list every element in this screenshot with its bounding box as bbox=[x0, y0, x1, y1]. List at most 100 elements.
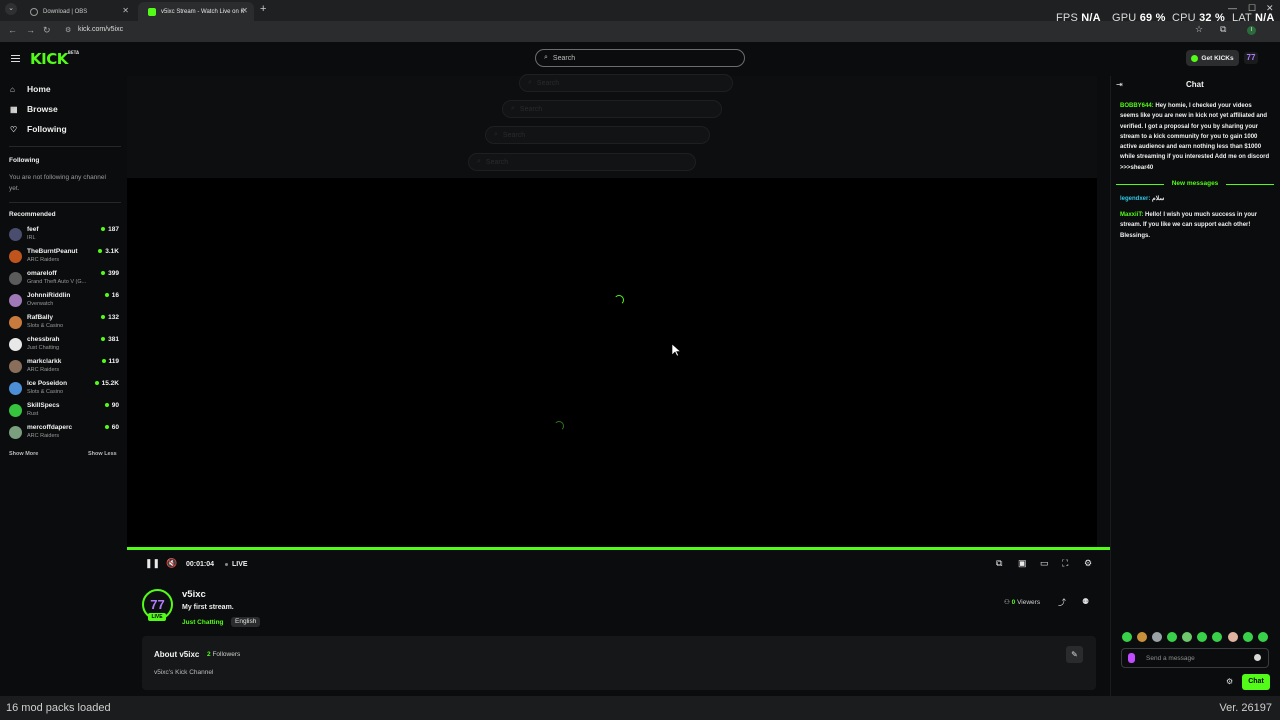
live-badge: LIVE bbox=[148, 613, 166, 621]
recommended-channel[interactable]: JohnniRiddlin Overwatch 16 bbox=[9, 292, 121, 312]
emote-icon[interactable] bbox=[1152, 632, 1162, 642]
emote-icon[interactable] bbox=[1137, 632, 1147, 642]
channel-category: Grand Theft Auto V (G... bbox=[27, 279, 87, 285]
stream-title: My first stream. bbox=[182, 604, 234, 611]
menu-icon[interactable] bbox=[11, 55, 20, 62]
channel-name[interactable]: v5ixc bbox=[182, 589, 206, 600]
viewer-count: 15.2K bbox=[95, 380, 119, 387]
chat-username[interactable]: MaxxiiT: bbox=[1120, 212, 1143, 218]
channel-name: omareloff bbox=[27, 270, 57, 277]
forward-icon[interactable]: → bbox=[26, 25, 35, 35]
channel-name: SkillSpecs bbox=[27, 402, 60, 409]
recommended-channel[interactable]: SkillSpecs Rust 90 bbox=[9, 402, 121, 422]
kicks-coin-icon bbox=[1191, 54, 1199, 62]
chat-settings-icon[interactable]: ⚙ bbox=[1226, 677, 1233, 686]
recommended-channel[interactable]: feef IRL 187 bbox=[9, 226, 121, 246]
video-player[interactable] bbox=[127, 178, 1097, 548]
show-less-link[interactable]: Show Less bbox=[88, 451, 117, 457]
emote-icon[interactable] bbox=[1212, 632, 1222, 642]
sidebar-item-browse[interactable]: ▦ Browse bbox=[10, 104, 58, 114]
mute-icon[interactable]: 🔇 bbox=[166, 558, 177, 569]
recommended-channel[interactable]: RafBally Slots & Casino 132 bbox=[9, 314, 121, 334]
channel-category: Slots & Casino bbox=[27, 389, 64, 395]
recommended-channel[interactable]: omareloff Grand Theft Auto V (G... 399 bbox=[9, 270, 121, 290]
search-ghost: ⌕Search bbox=[468, 153, 696, 171]
theater-mode-icon[interactable]: ▭ bbox=[1040, 558, 1049, 569]
collapse-chat-icon[interactable]: ⇥ bbox=[1116, 80, 1123, 89]
browser-tab-kick[interactable]: v5ixc Stream - Watch Live on K ✕ bbox=[138, 2, 254, 21]
channel-category: Overwatch bbox=[27, 301, 54, 307]
following-empty-text: You are not following any channel yet. bbox=[9, 174, 106, 192]
channel-category: IRL bbox=[27, 235, 36, 241]
channel-name: Ice Poseidon bbox=[27, 380, 68, 387]
viewer-count: 60 bbox=[105, 424, 119, 431]
reload-icon[interactable]: ↻ bbox=[43, 25, 51, 36]
sidebar-item-following[interactable]: ♡ Following bbox=[10, 124, 67, 134]
bookmark-star-icon[interactable]: ☆ bbox=[1195, 24, 1203, 35]
settings-gear-icon[interactable]: ⚙ bbox=[1084, 558, 1092, 569]
tab-search-button[interactable]: ⌄ bbox=[5, 3, 17, 15]
chat-text: سلام bbox=[1152, 196, 1165, 202]
recommended-channel[interactable]: TheBurntPeanut ARC Raiders 3.1K bbox=[9, 248, 121, 268]
close-tab-icon[interactable]: ✕ bbox=[241, 6, 248, 15]
user-avatar[interactable]: 77 bbox=[1244, 52, 1258, 64]
search-icon: ⌕ bbox=[477, 158, 481, 165]
recommended-heading: Recommended bbox=[9, 211, 56, 218]
chat-identity-icon[interactable] bbox=[1128, 653, 1135, 663]
viewer-count: 187 bbox=[101, 226, 119, 233]
channel-avatar bbox=[9, 426, 22, 439]
stream-category[interactable]: Just Chatting bbox=[182, 619, 224, 626]
mini-player-icon[interactable]: ⧉ bbox=[996, 558, 1002, 569]
emote-icon[interactable] bbox=[1197, 632, 1207, 642]
kick-logo[interactable]: KICKBETA bbox=[30, 50, 79, 68]
share-icon[interactable]: ⤴ bbox=[1058, 597, 1066, 608]
channel-category: ARC Raiders bbox=[27, 257, 60, 263]
user-menu-icon[interactable]: ⚉ bbox=[1082, 597, 1089, 606]
chat-username[interactable]: BOBBY644: bbox=[1120, 103, 1154, 109]
emote-icon[interactable] bbox=[1258, 632, 1268, 642]
followers-count: 2 Followers bbox=[207, 651, 241, 658]
language-tag[interactable]: English bbox=[231, 617, 261, 627]
divider bbox=[9, 202, 121, 203]
channel-avatar bbox=[9, 360, 22, 373]
emote-icon[interactable] bbox=[1122, 632, 1132, 642]
recommended-channel[interactable]: Ice Poseidon Slots & Casino 15.2K bbox=[9, 380, 121, 400]
sidebar-item-home[interactable]: ⌂ Home bbox=[10, 84, 51, 94]
new-tab-button[interactable]: + bbox=[260, 3, 266, 15]
get-kicks-button[interactable]: Get KICKs bbox=[1186, 50, 1239, 66]
chat-username[interactable]: legendxer: bbox=[1120, 196, 1150, 202]
site-info-icon[interactable]: ⚙ bbox=[65, 26, 71, 34]
edit-pencil-icon[interactable]: ✎ bbox=[1066, 646, 1083, 663]
emote-icon[interactable] bbox=[1167, 632, 1177, 642]
pause-icon[interactable]: ❚❚ bbox=[145, 558, 160, 569]
clip-icon[interactable]: ▣ bbox=[1018, 558, 1027, 569]
emote-icon[interactable] bbox=[1182, 632, 1192, 642]
show-more-link[interactable]: Show More bbox=[9, 451, 38, 457]
search-input[interactable]: ⌕ Search bbox=[535, 49, 745, 67]
extensions-icon[interactable]: ⧉ bbox=[1220, 24, 1226, 35]
search-icon: ⌕ bbox=[511, 105, 515, 112]
home-icon: ⌂ bbox=[10, 84, 15, 94]
emote-icon[interactable] bbox=[1243, 632, 1253, 642]
back-icon[interactable]: ← bbox=[8, 25, 17, 35]
divider bbox=[9, 146, 121, 147]
channel-name: mercoffdaperc bbox=[27, 424, 73, 431]
browser-tab-obs[interactable]: Download | OBS ✕ bbox=[20, 2, 135, 21]
channel-name: feef bbox=[27, 226, 39, 233]
recommended-channel[interactable]: markclarkk ARC Raiders 119 bbox=[9, 358, 121, 378]
kick-favicon-icon bbox=[148, 7, 156, 16]
url-field[interactable]: kick.com/v5ixc bbox=[78, 26, 123, 33]
search-ghost: ⌕Search bbox=[502, 100, 722, 118]
fullscreen-icon[interactable]: ⛶ bbox=[1062, 558, 1068, 569]
channel-category: Rust bbox=[27, 411, 39, 417]
send-chat-button[interactable]: Chat bbox=[1242, 674, 1270, 690]
recommended-channel[interactable]: mercoffdaperc ARC Raiders 60 bbox=[9, 424, 121, 444]
channel-avatar bbox=[9, 382, 22, 395]
close-tab-icon[interactable]: ✕ bbox=[122, 6, 129, 15]
emote-icon[interactable] bbox=[1228, 632, 1238, 642]
emoji-icon[interactable] bbox=[1254, 654, 1261, 661]
chat-message-input[interactable]: Send a message bbox=[1121, 648, 1269, 668]
browser-profile-avatar[interactable]: I bbox=[1247, 26, 1256, 35]
chat-title: Chat bbox=[1186, 80, 1204, 89]
recommended-channel[interactable]: chessbrah Just Chatting 381 bbox=[9, 336, 121, 356]
